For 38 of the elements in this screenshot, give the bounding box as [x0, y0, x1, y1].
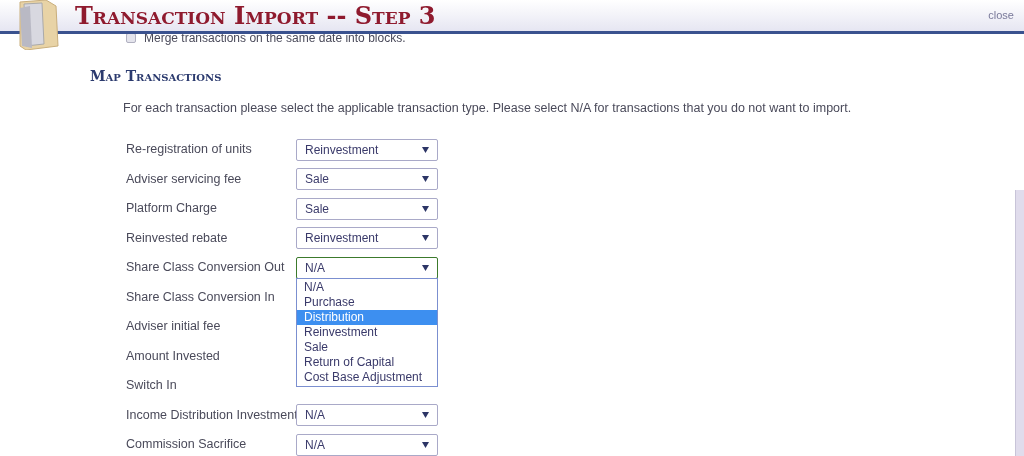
section-heading: Map Transactions — [90, 67, 223, 86]
field-label: Platform Charge — [126, 200, 218, 218]
type-select[interactable]: N/A — [296, 404, 438, 426]
caret-icon — [422, 176, 429, 182]
instruction-text: For each transaction please select the applicable transaction type. Please select N/A for transactions that you do not want to import. — [123, 100, 853, 117]
folder-icon — [16, 0, 60, 50]
field-label: Adviser initial fee — [126, 318, 222, 336]
field-label: Switch In — [126, 377, 178, 395]
checkbox-label: Merge transactions on the same date into blocks. — [144, 30, 406, 47]
field-label: Share Class Conversion Out — [126, 259, 286, 277]
type-select[interactable]: Reinvestment — [296, 138, 438, 161]
dropdown-option[interactable]: Purchase — [297, 294, 437, 310]
type-select[interactable]: Sale — [296, 168, 438, 190]
dialog-title: Transaction Import -- Step 3 — [75, 3, 436, 28]
caret-icon — [422, 235, 429, 241]
caret-icon — [422, 412, 429, 418]
type-select[interactable]: N/A — [296, 433, 438, 456]
caret-icon — [422, 205, 429, 212]
caret-icon — [422, 264, 429, 271]
field-label: Commission Sacrifice — [126, 436, 248, 454]
dropdown-option[interactable]: Reinvestment — [297, 324, 437, 340]
type-select[interactable]: N/A — [296, 256, 438, 279]
field-label: Reinvested rebate — [126, 229, 229, 247]
dropdown-option[interactable]: N/A — [297, 279, 437, 295]
field-label: Re-registration of units — [126, 141, 253, 159]
type-select[interactable]: Sale — [296, 197, 438, 220]
caret-icon — [422, 146, 429, 153]
checkbox[interactable] — [126, 33, 136, 43]
close-link[interactable]: close — [988, 7, 1014, 24]
dropdown-option[interactable]: Sale — [297, 339, 437, 355]
type-select[interactable]: Reinvestment — [296, 227, 438, 249]
caret-icon — [422, 441, 429, 448]
dropdown-option[interactable]: Cost Base Adjustment — [297, 369, 437, 385]
field-label: Share Class Conversion In — [126, 288, 276, 306]
field-label: Income Distribution Investment — [126, 406, 296, 424]
field-label: Adviser servicing fee — [126, 170, 243, 188]
field-label: Amount Invested — [126, 347, 221, 365]
dropdown-option[interactable]: Return of Capital — [297, 354, 437, 370]
